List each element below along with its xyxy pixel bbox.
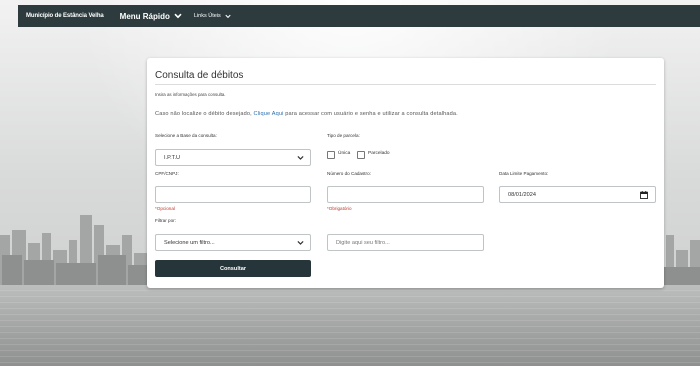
clique-aqui-link[interactable]: Clique Aqui bbox=[254, 111, 284, 117]
notice-text-before: Caso não localize o débito desejado, bbox=[155, 111, 254, 117]
unica-checkbox[interactable] bbox=[327, 151, 335, 159]
numero-cadastro-input[interactable] bbox=[327, 186, 484, 203]
cadastro-required-note: *Obrigatório bbox=[327, 206, 352, 211]
calendar-icon[interactable] bbox=[640, 191, 648, 199]
water-reflection bbox=[0, 290, 700, 366]
consultar-button-label: Consultar bbox=[219, 265, 247, 272]
numero-cadastro-label: Número do Cadastro: bbox=[327, 171, 371, 176]
chevron-down-icon bbox=[297, 155, 304, 160]
title-divider bbox=[155, 84, 656, 85]
brand-link[interactable]: Município de Estância Velha bbox=[26, 13, 104, 19]
cpf-cnpj-input[interactable] bbox=[155, 186, 311, 203]
data-limite-value: 08/01/2024 bbox=[508, 191, 536, 198]
cpf-cnpj-label: CPF/CNPJ: bbox=[155, 171, 179, 176]
base-consulta-label: Selecione a Base da consulta: bbox=[155, 133, 217, 138]
chevron-down-icon bbox=[297, 240, 304, 245]
filtro-input-placeholder: Digite aqui seu filtro... bbox=[336, 239, 390, 246]
parcelado-checkbox[interactable] bbox=[357, 151, 365, 159]
links-uteis-label: Links Úteis bbox=[193, 13, 221, 19]
consultar-button[interactable]: Consultar bbox=[155, 260, 311, 277]
menu-rapido-dropdown[interactable]: Menu Rápido bbox=[120, 12, 182, 21]
base-consulta-select[interactable]: I.P.T.U bbox=[155, 149, 311, 166]
notice-text-after: para acessar com usuário e senha e utili… bbox=[283, 111, 458, 117]
cpf-optional-note: *Opcional bbox=[155, 206, 175, 211]
page-title: Consulta de débitos bbox=[155, 70, 244, 81]
filtro-select-value: Selecione um filtro... bbox=[164, 239, 215, 246]
filtro-input[interactable]: Digite aqui seu filtro... bbox=[327, 234, 484, 251]
links-uteis-dropdown[interactable]: Links Úteis bbox=[194, 13, 231, 19]
menu-rapido-label: Menu Rápido bbox=[119, 11, 170, 21]
chevron-down-icon bbox=[225, 14, 231, 18]
filtro-select[interactable]: Selecione um filtro... bbox=[155, 234, 311, 251]
base-consulta-value: I.P.T.U bbox=[164, 154, 181, 161]
data-limite-input[interactable]: 08/01/2024 bbox=[499, 186, 656, 203]
consulta-card: Consulta de débitos Insira as informaçõe… bbox=[147, 58, 664, 288]
data-limite-label: Data Limite Pagamento: bbox=[499, 171, 549, 176]
top-navbar: Município de Estância Velha Menu Rápido … bbox=[18, 5, 700, 27]
parcelado-label: Parcelado bbox=[368, 151, 390, 156]
filtrar-por-label: Filtrar por: bbox=[155, 218, 176, 223]
notice-text: Caso não localize o débito desejado, Cli… bbox=[155, 111, 458, 117]
unica-label: Única bbox=[338, 151, 351, 156]
instruction-text: Insira as informações para consulta. bbox=[155, 92, 226, 97]
chevron-down-icon bbox=[174, 13, 182, 19]
tipo-parcela-label: Tipo de parcela: bbox=[327, 133, 360, 138]
